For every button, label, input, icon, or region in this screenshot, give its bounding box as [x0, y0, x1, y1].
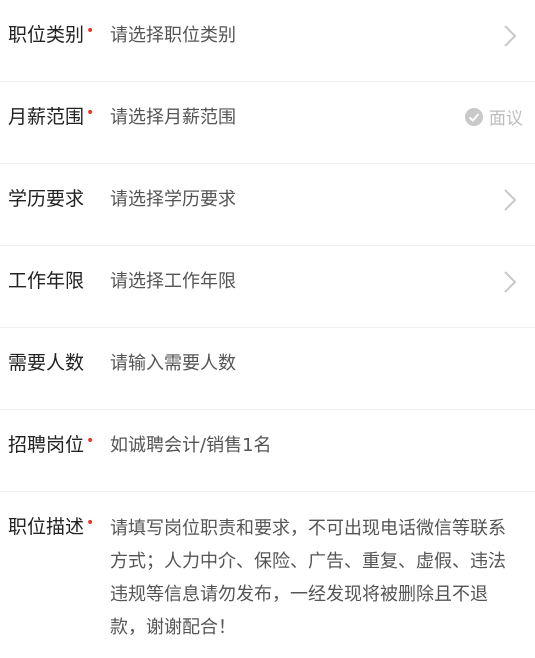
experience-select[interactable]: 请选择工作年限 — [110, 267, 236, 293]
education-select[interactable]: 请选择学历要求 — [110, 185, 236, 211]
negotiable-label: 面议 — [489, 109, 523, 129]
required-marker: • — [86, 515, 95, 531]
position-label: 招聘岗位 • — [8, 430, 94, 457]
chevron-right-icon — [504, 271, 517, 293]
description-textarea[interactable]: 请填写岗位职责和要求，不可出现电话微信等联系方式；人力中介、保险、广告、重复、虚… — [110, 512, 510, 644]
salary-range-label-text: 月薪范围 — [8, 106, 85, 128]
required-marker: • — [86, 105, 95, 121]
job-category-select[interactable]: 请选择职位类别 — [110, 21, 236, 47]
job-category-label-text: 职位类别 — [8, 24, 85, 46]
job-post-form: 职位类别 • 请选择职位类别 月薪范围 • 请选择月薪范围 面议 学历要求 请选择学… — [0, 0, 535, 658]
required-marker: • — [86, 433, 95, 449]
position-row: 招聘岗位 • 如诚聘会计/销售1名 — [0, 410, 535, 492]
position-input[interactable]: 如诚聘会计/销售1名 — [110, 431, 272, 457]
description-row: 职位描述 • 请填写岗位职责和要求，不可出现电话微信等联系方式；人力中介、保险、广… — [0, 492, 535, 658]
experience-row[interactable]: 工作年限 请选择工作年限 — [0, 246, 535, 328]
required-marker: • — [86, 23, 95, 39]
headcount-row: 需要人数 请输入需要人数 — [0, 328, 535, 410]
job-category-label: 职位类别 • — [8, 20, 94, 47]
headcount-input[interactable]: 请输入需要人数 — [110, 349, 236, 375]
chevron-right-icon — [504, 189, 517, 211]
salary-range-select[interactable]: 请选择月薪范围 — [110, 103, 236, 129]
job-category-row[interactable]: 职位类别 • 请选择职位类别 — [0, 0, 535, 82]
description-label: 职位描述 • — [8, 512, 94, 539]
description-label-text: 职位描述 — [8, 516, 85, 538]
position-label-text: 招聘岗位 — [8, 434, 85, 456]
experience-label: 工作年限 — [8, 270, 85, 292]
education-label: 学历要求 — [8, 188, 85, 210]
salary-range-label: 月薪范围 • — [8, 102, 94, 129]
salary-range-row[interactable]: 月薪范围 • 请选择月薪范围 面议 — [0, 82, 535, 164]
headcount-label: 需要人数 — [8, 352, 85, 374]
negotiable-toggle[interactable]: 面议 — [464, 104, 523, 129]
education-row[interactable]: 学历要求 请选择学历要求 — [0, 164, 535, 246]
chevron-right-icon — [504, 25, 517, 47]
check-circle-icon — [465, 107, 483, 126]
